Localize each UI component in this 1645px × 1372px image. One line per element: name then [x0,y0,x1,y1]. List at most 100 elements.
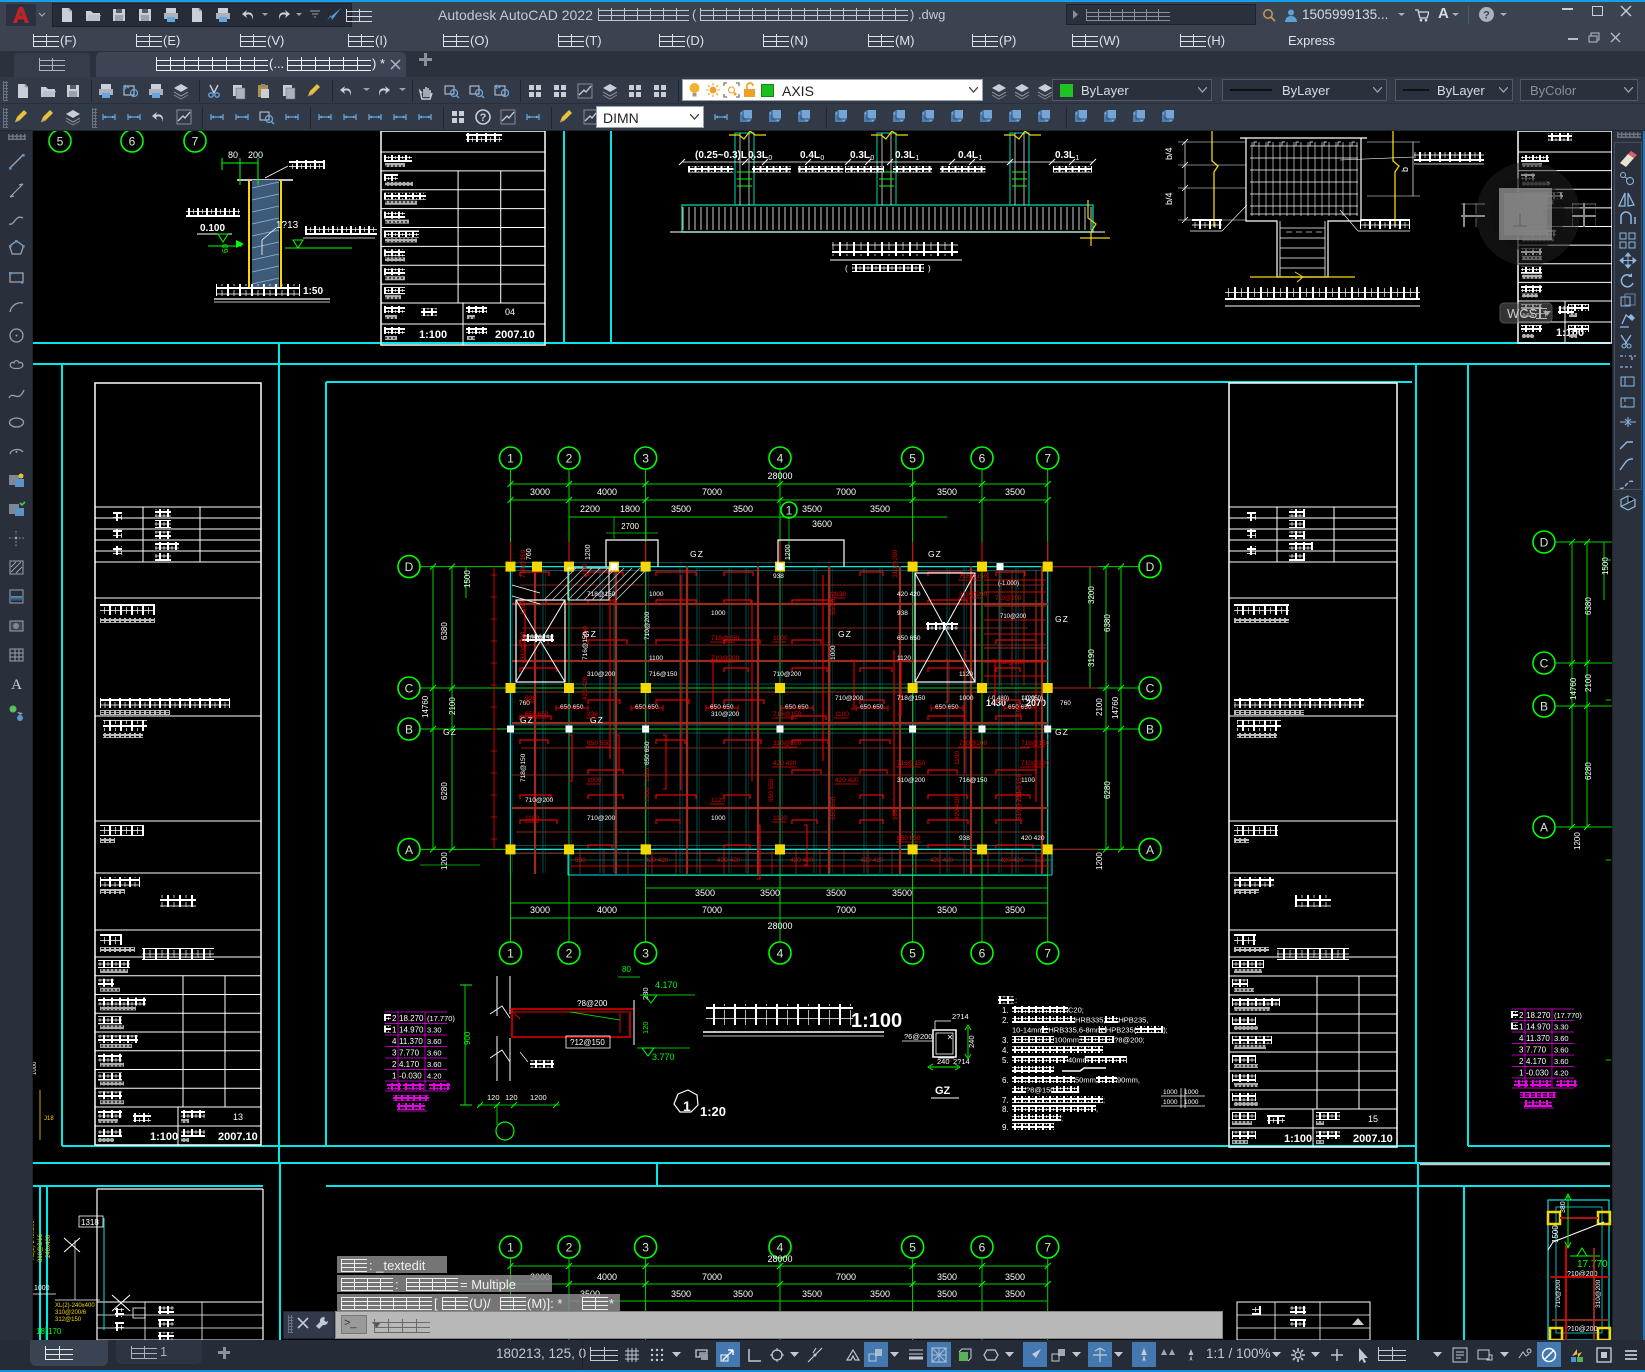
svg-text:6.: 6. [1002,1076,1009,1085]
svg-text:3500: 3500 [695,888,715,898]
svg-text:XL(2)-240x400: XL(2)-240x400 [55,1303,95,1309]
svg-text:650 650: 650 650 [560,704,584,711]
svg-text:3: 3 [642,1241,649,1255]
svg-text:1200: 1200 [585,544,592,560]
svg-text:120: 120 [505,1093,518,1102]
svg-text:1:100: 1:100 [851,1010,902,1032]
svg-text:D: D [405,560,414,574]
svg-text:3.60: 3.60 [1554,1034,1569,1043]
svg-text:1120: 1120 [773,815,787,822]
svg-text:1120: 1120 [711,797,725,804]
svg-text:1000: 1000 [34,1285,50,1292]
svg-text:938: 938 [897,610,908,617]
svg-text:?8@200;: ?8@200; [1114,1036,1145,1045]
svg-text:4.170: 4.170 [1526,1057,1547,1066]
svg-text:650 650: 650 650 [710,704,734,711]
svg-text:7: 7 [1044,947,1051,961]
svg-text:710@200: 710@200 [644,611,651,640]
svg-text:3500: 3500 [1005,487,1025,497]
svg-text:2: 2 [392,1060,397,1069]
svg-text:2100: 2100 [1095,698,1104,716]
svg-text:6380: 6380 [1103,614,1112,632]
svg-text:b/4: b/4 [1164,192,1174,205]
svg-text:3600: 3600 [812,519,832,529]
svg-text:420 420: 420 420 [717,857,741,864]
svg-text:280: 280 [641,987,650,1000]
svg-text:312@150: 312@150 [55,1317,82,1323]
svg-text:C20;: C20; [1068,1006,1084,1015]
svg-text:7000: 7000 [836,1272,856,1282]
svg-text:1100: 1100 [835,711,849,718]
svg-text:710@200: 710@200 [1021,760,1050,767]
svg-text:4.20: 4.20 [1554,1069,1569,1078]
svg-text:28000: 28000 [767,471,792,481]
svg-text:7.770: 7.770 [1526,1046,1547,1055]
svg-text:420 420: 420 420 [954,796,961,820]
svg-text:2.: 2. [1002,1016,1009,1025]
svg-text:6380: 6380 [1584,597,1593,615]
svg-text:1: 1 [1075,155,1079,162]
svg-text:C: C [1146,682,1155,696]
svg-text:718@150: 718@150 [1021,740,1050,747]
svg-text:710@200: 710@200 [587,815,616,822]
svg-text:3: 3 [642,947,649,961]
svg-text:3.60: 3.60 [427,1060,442,1069]
svg-text:1200: 1200 [1573,832,1582,850]
svg-text:1: 1 [507,947,514,961]
svg-text:710@200: 710@200 [959,740,988,747]
svg-text:?10@200: ?10@200 [1567,1326,1598,1333]
svg-text:120: 120 [487,1093,500,1102]
svg-text:3500: 3500 [802,504,822,514]
svg-text:A: A [1146,843,1154,857]
svg-text:1: 1 [507,1241,514,1255]
svg-text::: : [1015,996,1017,1005]
svg-text:5: 5 [57,135,64,149]
svg-text:3500: 3500 [937,1272,957,1282]
svg-text:240: 240 [937,1057,950,1066]
svg-text:14760: 14760 [1111,696,1120,719]
svg-text:C: C [1540,657,1549,671]
svg-text:28000: 28000 [767,1254,792,1264]
svg-text:716@150: 716@150 [525,635,554,642]
svg-text:4.: 4. [1002,1046,1009,1055]
svg-text:420 420: 420 420 [773,760,797,767]
svg-text:);: ); [1163,1026,1168,1035]
svg-text:J18: J18 [44,1116,54,1122]
svg-text:1100: 1100 [525,815,539,822]
svg-text:3500: 3500 [1005,1289,1025,1299]
svg-text:650 650: 650 650 [860,704,884,711]
svg-text:710@200: 710@200 [773,671,802,678]
svg-text:380: 380 [1560,1201,1567,1213]
svg-text:3500: 3500 [671,1289,691,1299]
svg-text:GZ: GZ [690,549,704,559]
svg-text:420 420: 420 420 [1000,857,1024,864]
svg-text:716@150: 716@150 [773,711,802,718]
svg-text:7: 7 [192,135,199,149]
svg-text:3500: 3500 [1005,1272,1025,1282]
svg-text:650 650: 650 650 [897,635,921,642]
svg-text:1120: 1120 [644,768,651,782]
svg-text:28000: 28000 [767,921,792,931]
svg-text:4: 4 [1519,1034,1524,1043]
svg-text:7.: 7. [1002,1096,1009,1105]
svg-text:5: 5 [909,947,916,961]
svg-text:2200: 2200 [580,504,600,514]
svg-text:1: 1 [392,1026,397,1035]
svg-text:(17.770): (17.770) [427,1014,455,1023]
svg-text:0.3L: 0.3L [895,150,915,161]
svg-text:A: A [405,843,413,857]
svg-text:GZ: GZ [443,727,457,737]
svg-text:530: 530 [575,857,586,864]
svg-text:4000: 4000 [597,1272,617,1282]
svg-text:650 650: 650 650 [587,740,611,747]
svg-text:3500: 3500 [937,487,957,497]
svg-text:B: B [1146,723,1154,737]
svg-text:4: 4 [777,1241,784,1255]
svg-text:1:50: 1:50 [303,286,323,297]
svg-text:1: 1 [1519,1023,1524,1032]
svg-text:14.970: 14.970 [1526,1023,1551,1032]
svg-text:6280: 6280 [1103,781,1112,799]
svg-text:310@200: 310@200 [773,740,802,747]
svg-text:,: , [1096,1105,1098,1114]
svg-text:3.60: 3.60 [1554,1057,1569,1066]
